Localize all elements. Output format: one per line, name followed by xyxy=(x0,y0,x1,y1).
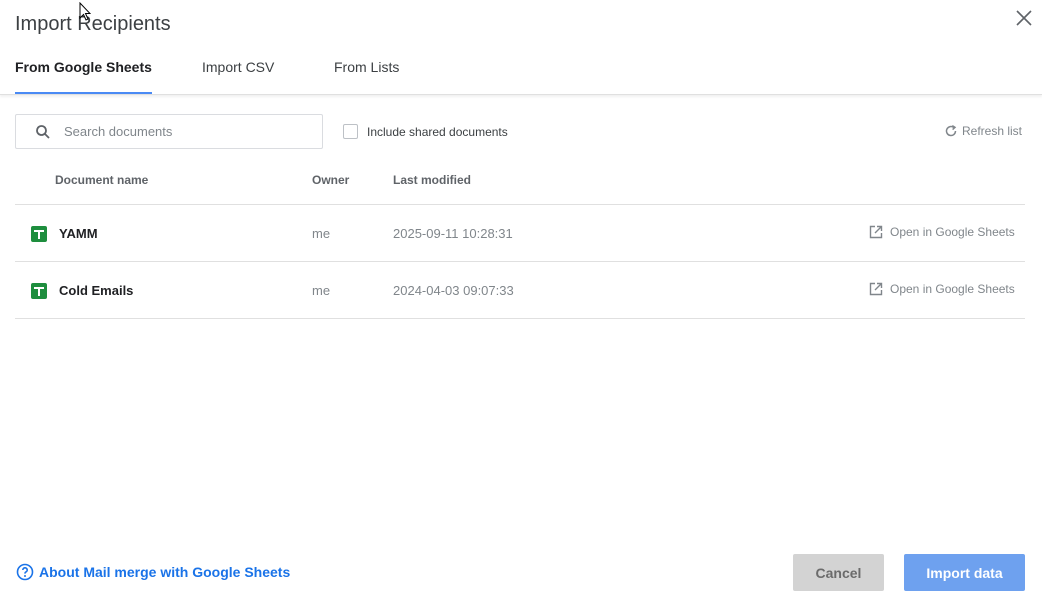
document-owner: me xyxy=(312,226,331,241)
include-shared-checkbox[interactable] xyxy=(343,124,358,139)
table-row[interactable]: Cold Emails me 2024-04-03 09:07:33 Open … xyxy=(15,262,1025,319)
about-mail-merge-label: About Mail merge with Google Sheets xyxy=(39,564,291,580)
open-in-google-sheets-link[interactable]: Open in Google Sheets xyxy=(869,225,1015,239)
document-last-modified: 2024-04-03 09:07:33 xyxy=(393,283,514,298)
include-shared-label: Include shared documents xyxy=(367,124,508,139)
external-link-icon xyxy=(869,225,883,239)
document-name: Cold Emails xyxy=(59,283,134,298)
mouse-cursor-icon xyxy=(79,2,91,21)
about-mail-merge-link[interactable]: About Mail merge with Google Sheets xyxy=(16,563,290,581)
tab-from-google-sheets[interactable]: From Google Sheets xyxy=(15,59,152,94)
tab-bar: From Google Sheets Import CSV From Lists xyxy=(0,44,1042,95)
google-sheets-icon xyxy=(31,283,47,299)
tab-from-lists[interactable]: From Lists xyxy=(334,59,399,94)
column-header-owner[interactable]: Owner xyxy=(312,173,349,187)
close-button[interactable] xyxy=(1011,5,1037,31)
table-divider xyxy=(15,318,1025,319)
refresh-icon xyxy=(945,124,957,137)
include-shared-toggle[interactable]: Include shared documents xyxy=(343,124,508,139)
document-owner: me xyxy=(312,283,331,298)
open-in-google-sheets-label: Open in Google Sheets xyxy=(890,225,1015,239)
import-data-button[interactable]: Import data xyxy=(904,554,1025,591)
import-recipients-dialog: Import Recipients From Google Sheets Imp… xyxy=(0,0,1042,609)
document-name: YAMM xyxy=(59,226,98,241)
help-icon xyxy=(16,563,34,581)
tab-import-csv[interactable]: Import CSV xyxy=(202,59,274,94)
cancel-button[interactable]: Cancel xyxy=(793,554,884,591)
refresh-list-button[interactable]: Refresh list xyxy=(944,124,1022,138)
column-header-document-name[interactable]: Document name xyxy=(55,173,148,187)
dialog-title: Import Recipients xyxy=(15,13,171,35)
document-last-modified: 2025-09-11 10:28:31 xyxy=(393,226,513,241)
search-box xyxy=(15,114,323,149)
google-sheets-icon xyxy=(31,226,47,242)
search-input[interactable] xyxy=(64,115,314,148)
open-in-google-sheets-link[interactable]: Open in Google Sheets xyxy=(869,282,1015,296)
open-in-google-sheets-label: Open in Google Sheets xyxy=(890,282,1015,296)
search-icon xyxy=(36,125,50,139)
refresh-list-label: Refresh list xyxy=(962,124,1023,138)
external-link-icon xyxy=(869,282,883,296)
column-header-last-modified[interactable]: Last modified xyxy=(393,173,471,187)
table-row[interactable]: YAMM me 2025-09-11 10:28:31 Open in Goog… xyxy=(15,205,1025,262)
close-icon xyxy=(1016,10,1032,26)
